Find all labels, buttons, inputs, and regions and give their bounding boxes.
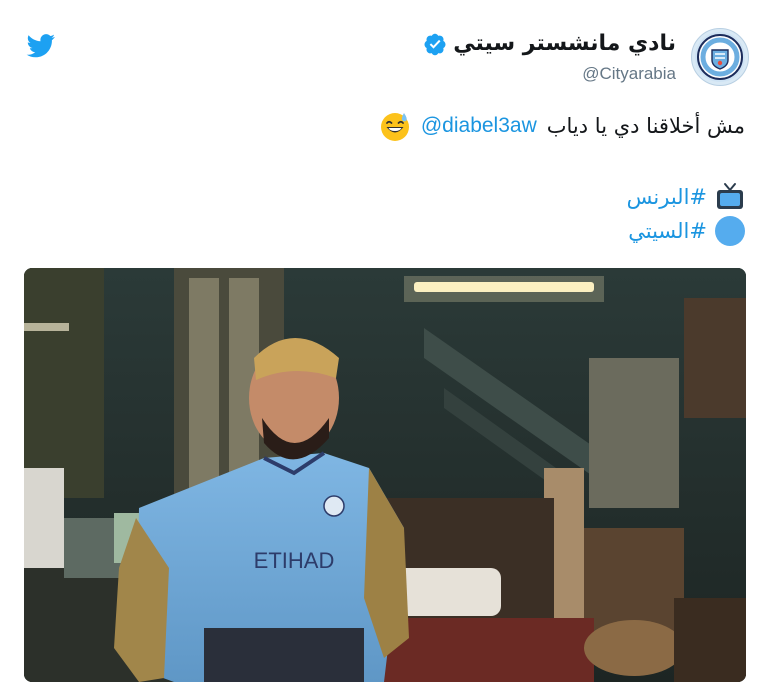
- tweet-card: نادي مانشستر سيتي @Cityarabia مش أخلاقنا…: [0, 0, 770, 688]
- grinning-face-with-sweat-icon: [380, 113, 409, 141]
- hashtag-list: #البرنس #السيتي: [627, 180, 745, 248]
- name-row: نادي مانشستر سيتي: [423, 28, 676, 60]
- tweet-header: نادي مانشستر سيتي @Cityarabia: [423, 28, 676, 86]
- twitter-bird-icon[interactable]: [26, 34, 56, 58]
- tv-icon: [717, 183, 743, 209]
- display-name[interactable]: نادي مانشستر سيتي: [453, 28, 676, 60]
- mention-link[interactable]: @diabel3aw: [421, 108, 537, 144]
- tweet-media-image[interactable]: ETIHAD: [24, 268, 746, 682]
- hashtag-link[interactable]: #السيتي: [628, 214, 707, 248]
- avatar[interactable]: [691, 28, 749, 86]
- tweet-text: مش أخلاقنا دي يا دياب @diabel3aw: [379, 108, 745, 144]
- jersey-sponsor-text: ETIHAD: [254, 548, 335, 573]
- hashtag-link[interactable]: #البرنس: [627, 180, 707, 214]
- verified-badge-icon: [424, 33, 446, 56]
- account-handle[interactable]: @Cityarabia: [423, 62, 676, 86]
- manchester-city-crest-icon: [695, 32, 745, 82]
- hashtag-line: #السيتي: [627, 214, 745, 248]
- tweet-body-text: مش أخلاقنا دي يا دياب: [546, 114, 745, 138]
- blue-circle-icon: [715, 216, 745, 246]
- video-still-scene: ETIHAD: [24, 268, 746, 682]
- hashtag-line: #البرنس: [627, 180, 745, 214]
